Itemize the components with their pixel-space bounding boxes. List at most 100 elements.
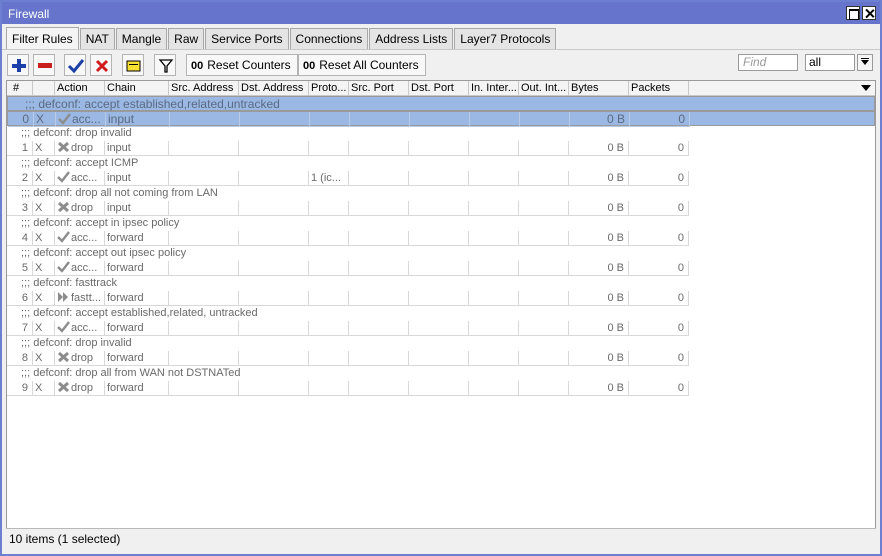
find-input[interactable]: Find xyxy=(738,54,798,71)
rule-action: drop xyxy=(55,351,105,366)
rule-action-label: acc... xyxy=(71,262,98,274)
rule-action-label: drop xyxy=(71,352,94,364)
col-packets[interactable]: Packets xyxy=(629,81,689,96)
rule-comment-row[interactable]: ;;; defconf: fasttrack xyxy=(7,276,689,291)
col-in-interface[interactable]: In. Inter... xyxy=(469,81,519,96)
rule-action: drop xyxy=(55,201,105,216)
table-row[interactable]: 8 Xdrop forward 0 B0 xyxy=(7,351,689,366)
drop-icon xyxy=(57,381,71,394)
remove-button[interactable] xyxy=(33,54,55,76)
rule-bytes: 0 B xyxy=(570,112,630,127)
disable-button[interactable] xyxy=(90,54,112,76)
comment-button[interactable] xyxy=(122,54,144,76)
filter-button[interactable] xyxy=(154,54,176,76)
rule-in-interface xyxy=(469,141,519,156)
col-number[interactable]: # xyxy=(7,81,33,96)
table-row[interactable]: 4 Xacc... forward 0 B0 xyxy=(7,231,689,246)
rule-comment: ;;; defconf: drop invalid xyxy=(21,127,132,139)
title-bar[interactable]: Firewall xyxy=(2,2,880,24)
rule-flag: X xyxy=(33,141,55,156)
col-action[interactable]: Action xyxy=(55,81,105,96)
tab-raw[interactable]: Raw xyxy=(168,28,205,49)
rule-protocol xyxy=(309,291,349,306)
rule-packets: 0 xyxy=(629,321,689,336)
tab-mangle[interactable]: Mangle xyxy=(115,28,168,49)
rule-out-interface xyxy=(519,231,569,246)
rule-action-label: acc... xyxy=(71,172,98,184)
tab-address-lists[interactable]: Address Lists xyxy=(369,28,454,49)
col-dst-address[interactable]: Dst. Address xyxy=(239,81,309,96)
rule-bytes: 0 B xyxy=(569,141,629,156)
rule-bytes: 0 B xyxy=(569,291,629,306)
enable-button[interactable] xyxy=(64,54,86,76)
tab-service-ports[interactable]: Service Ports xyxy=(205,28,289,49)
table-row[interactable]: 5 Xacc... forward 0 B0 xyxy=(7,261,689,276)
rule-action-label: drop xyxy=(71,202,94,214)
rule-protocol xyxy=(309,141,349,156)
rule-flag: X xyxy=(33,321,55,336)
table-row[interactable]: 2 Xacc... input 1 (ic... 0 B0 xyxy=(7,171,689,186)
rule-comment-row[interactable]: ;;; defconf: accept in ipsec policy xyxy=(7,216,689,231)
rule-comment-row[interactable]: ;;; defconf: drop invalid xyxy=(7,336,689,351)
tab-filter-rules[interactable]: Filter Rules xyxy=(6,27,79,49)
rule-chain: forward xyxy=(105,381,169,396)
rule-out-interface xyxy=(520,112,570,127)
tab-nat[interactable]: NAT xyxy=(79,28,115,49)
filter-icon xyxy=(158,59,174,73)
rule-src-address xyxy=(169,231,239,246)
rule-number: 9 xyxy=(7,381,33,396)
table-row[interactable]: 9 Xdrop forward 0 B0 xyxy=(7,381,689,396)
rule-comment-row[interactable]: ;;; defconf: drop all from WAN not DSTNA… xyxy=(7,366,689,381)
rule-src-port xyxy=(349,351,409,366)
maximize-icon[interactable] xyxy=(846,6,860,20)
add-button[interactable] xyxy=(7,54,29,76)
table-row[interactable]: 1 Xdrop input 0 B0 xyxy=(7,141,689,156)
rule-action-label: drop xyxy=(71,142,94,154)
tab-connections[interactable]: Connections xyxy=(289,28,369,49)
rule-comment-row[interactable]: ;;; defconf: drop all not coming from LA… xyxy=(7,186,689,201)
col-protocol[interactable]: Proto... xyxy=(309,81,349,96)
rule-comment-row[interactable]: ;;; defconf: accept established,related,… xyxy=(7,96,875,111)
rule-comment: ;;; defconf: drop all from WAN not DSTNA… xyxy=(21,367,241,379)
rule-comment-row[interactable]: ;;; defconf: accept established,related,… xyxy=(7,306,689,321)
table-row[interactable]: 3 Xdrop input 0 B0 xyxy=(7,201,689,216)
status-bar: 10 items (1 selected) xyxy=(6,528,876,548)
rule-out-interface xyxy=(519,321,569,336)
dropdown-arrow-icon[interactable] xyxy=(857,54,873,71)
col-flags[interactable] xyxy=(33,81,55,96)
rule-comment-row[interactable]: ;;; defconf: accept out ipsec policy xyxy=(7,246,689,261)
rule-src-port xyxy=(349,231,409,246)
filter-select[interactable]: all xyxy=(805,54,855,71)
rule-dst-port xyxy=(409,141,469,156)
rule-comment-row[interactable]: ;;; defconf: accept ICMP xyxy=(7,156,689,171)
table-row[interactable]: 7 Xacc... forward 0 B0 xyxy=(7,321,689,336)
window-content: Filter Rules NAT Mangle Raw Service Port… xyxy=(2,24,880,554)
rule-out-interface xyxy=(519,201,569,216)
rule-bytes: 0 B xyxy=(569,321,629,336)
reset-all-counters-label: Reset All Counters xyxy=(319,58,419,72)
table-row[interactable]: 0 Xacc... input 0 B0 xyxy=(7,111,875,127)
rule-comment-row[interactable]: ;;; defconf: drop invalid xyxy=(7,126,689,141)
col-out-interface[interactable]: Out. Int... xyxy=(519,81,569,96)
table-row[interactable]: 6 Xfastt... forward 0 B0 xyxy=(7,291,689,306)
rule-flag: X xyxy=(33,201,55,216)
col-src-address[interactable]: Src. Address xyxy=(169,81,239,96)
tab-layer7-protocols[interactable]: Layer7 Protocols xyxy=(454,28,557,49)
close-icon[interactable] xyxy=(862,6,876,20)
col-bytes[interactable]: Bytes xyxy=(569,81,629,96)
rule-action: acc... xyxy=(55,321,105,336)
col-dst-port[interactable]: Dst. Port xyxy=(409,81,469,96)
rule-src-address xyxy=(169,291,239,306)
rule-dst-address xyxy=(239,321,309,336)
rule-dst-port xyxy=(409,261,469,276)
column-menu-icon[interactable] xyxy=(861,85,871,91)
rule-bytes: 0 B xyxy=(569,351,629,366)
reset-all-counters-button[interactable]: 00 Reset All Counters xyxy=(298,54,426,76)
rule-number: 7 xyxy=(7,321,33,336)
rule-in-interface xyxy=(469,321,519,336)
rule-dst-address xyxy=(240,112,310,127)
col-src-port[interactable]: Src. Port xyxy=(349,81,409,96)
reset-counters-button[interactable]: 00 Reset Counters xyxy=(186,54,298,76)
rule-src-address xyxy=(169,351,239,366)
col-chain[interactable]: Chain xyxy=(105,81,169,96)
